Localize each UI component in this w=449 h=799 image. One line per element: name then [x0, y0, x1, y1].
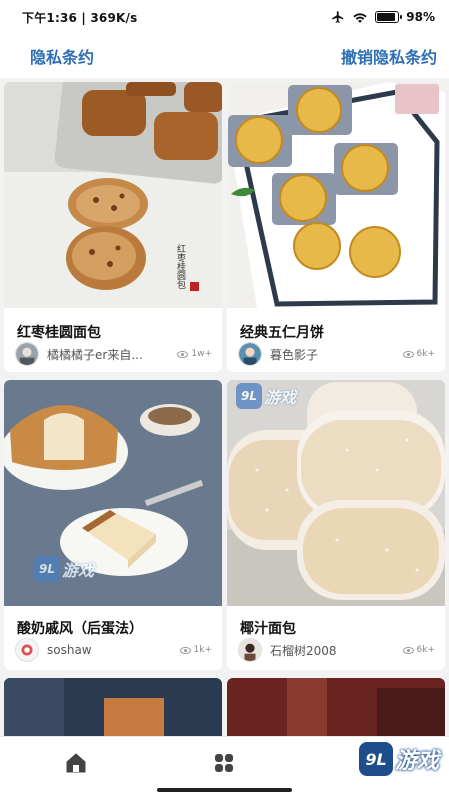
- status-bar: 下午1:36 | 369K/s 98%: [0, 0, 449, 34]
- watermark-logo: 9L 游戏: [358, 742, 439, 776]
- eye-icon: [402, 350, 414, 358]
- recipe-meta: soshaw 1k+: [15, 638, 212, 662]
- revoke-privacy-link[interactable]: 撤销隐私条约: [341, 44, 437, 68]
- privacy-policy-link[interactable]: 隐私条约: [30, 44, 94, 68]
- grid-icon[interactable]: [212, 751, 236, 775]
- view-count: 1k+: [179, 645, 212, 655]
- battery-icon: [375, 11, 403, 23]
- recipe-title: 酸奶戚风（后蛋法）: [17, 621, 143, 637]
- eye-icon: [177, 350, 189, 358]
- author-name: 暮色影子: [270, 347, 319, 362]
- avatar: [238, 638, 262, 662]
- view-count: 6k+: [402, 645, 435, 655]
- author-name: 石榴树2008: [270, 643, 337, 658]
- recipe-photo[interactable]: [227, 678, 445, 740]
- recipe-meta: 石榴树2008 6k+: [238, 638, 435, 662]
- home-icon[interactable]: [64, 751, 88, 775]
- recipe-card[interactable]: 椰汁面包 石榴树2008 6k+: [227, 380, 445, 670]
- home-indicator[interactable]: [157, 788, 292, 792]
- recipe-photo[interactable]: [227, 380, 445, 606]
- recipe-card[interactable]: 红枣桂圆包 红枣桂圆面包 橘橘橘子er来自... 1w+: [4, 82, 222, 372]
- avatar: [238, 342, 262, 366]
- recipe-title: 经典五仁月饼: [240, 325, 324, 341]
- eye-icon: [179, 646, 191, 654]
- recipe-card[interactable]: 经典五仁月饼 暮色影子 6k+: [227, 82, 445, 372]
- recipe-card[interactable]: 酸奶戚风（后蛋法） soshaw 1k+: [4, 380, 222, 670]
- recipe-meta: 暮色影子 6k+: [238, 342, 435, 366]
- wifi-icon: [353, 12, 367, 23]
- recipe-grid: 红枣桂圆包 红枣桂圆面包 橘橘橘子er来自... 1w+ 经典五仁月饼 暮色影子…: [0, 78, 449, 740]
- author-name: 橘橘橘子er来自...: [47, 347, 143, 362]
- top-header: 隐私条约 撤销隐私条约: [0, 34, 449, 78]
- avatar: [15, 638, 39, 662]
- watermark-logo: 9L 游戏: [34, 556, 94, 582]
- recipe-card[interactable]: [227, 678, 445, 740]
- battery-percent: 98%: [406, 10, 435, 24]
- view-count: 1w+: [177, 349, 212, 359]
- author-name: soshaw: [47, 643, 92, 657]
- recipe-title: 椰汁面包: [240, 621, 296, 637]
- recipe-photo[interactable]: [227, 82, 445, 308]
- view-count: 6k+: [402, 349, 435, 359]
- watermark-logo: 9L 游戏: [236, 383, 296, 409]
- status-time-speed: 下午1:36 | 369K/s: [22, 10, 138, 25]
- eye-icon: [402, 646, 414, 654]
- recipe-title: 红枣桂圆面包: [17, 325, 101, 341]
- recipe-photo[interactable]: 红枣桂圆包: [4, 82, 222, 308]
- airplane-icon: [332, 11, 344, 23]
- recipe-photo[interactable]: [4, 678, 222, 740]
- recipe-meta: 橘橘橘子er来自... 1w+: [15, 342, 212, 366]
- photo-caption: 红枣桂圆包: [175, 243, 186, 289]
- recipe-card[interactable]: [4, 678, 222, 740]
- avatar: [15, 342, 39, 366]
